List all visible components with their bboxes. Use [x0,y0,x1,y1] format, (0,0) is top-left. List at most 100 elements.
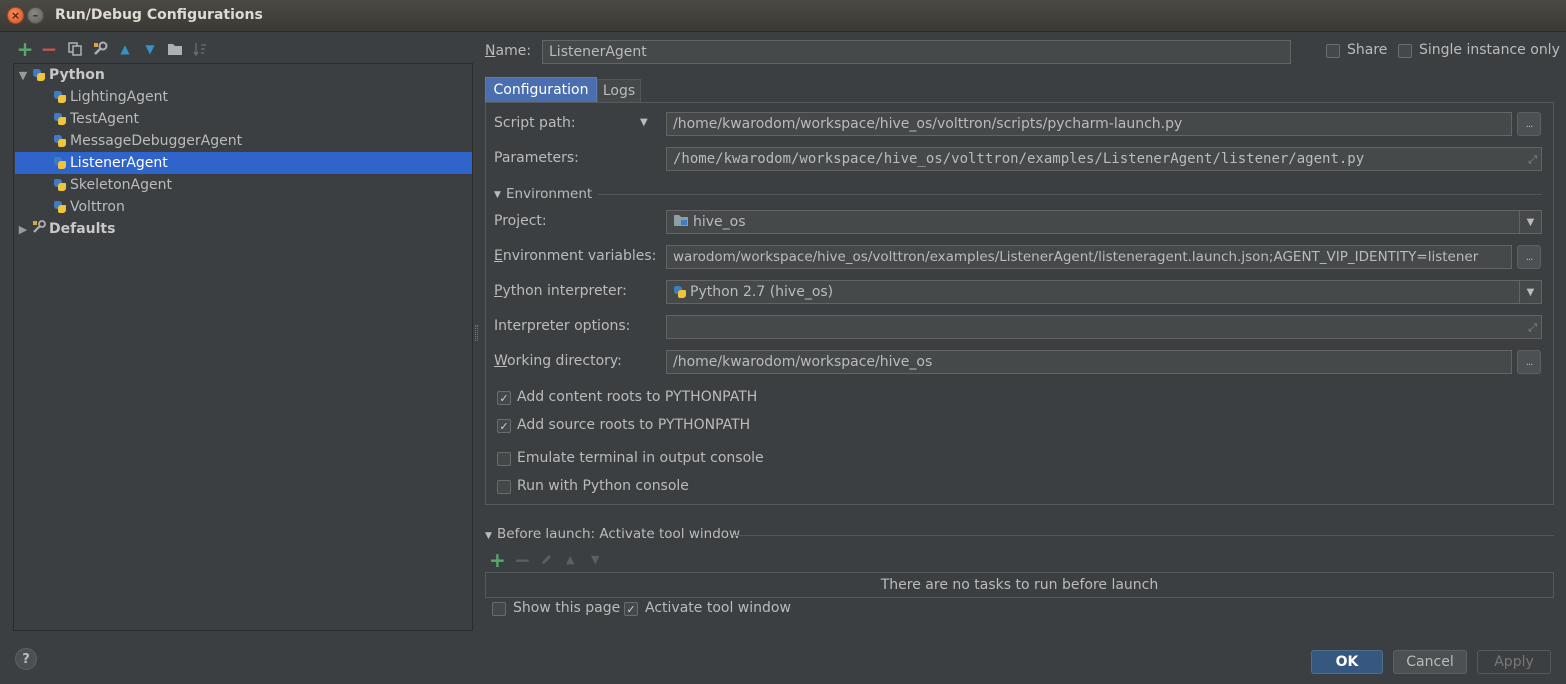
before-launch-separator [733,535,1554,536]
activate-tool-window-label: Activate tool window [645,600,791,616]
tree-item-label: Volttron [70,199,125,215]
move-up-icon[interactable]: ▲ [116,41,134,57]
chevron-down-icon[interactable]: ▼ [1519,211,1541,233]
name-input[interactable]: ListenerAgent [542,40,1291,64]
tree-item[interactable]: SkeletonAgent [53,174,172,196]
interpreter-select[interactable]: Python 2.7 (hive_os) ▼ [666,280,1542,304]
add-icon[interactable]: + [16,39,34,59]
tree-item-label: TestAgent [70,111,140,127]
tab-logs[interactable]: Logs [597,79,641,102]
before-launch-edit-icon[interactable] [540,553,553,570]
activate-tool-window-checkbox[interactable]: ✓ [624,602,638,616]
env-vars-browse-button[interactable]: ... [1517,245,1541,269]
interp-options-label: Interpreter options: [494,318,631,334]
share-checkbox[interactable] [1326,44,1340,58]
apply-button[interactable]: Apply [1477,650,1551,674]
run-python-console-checkbox[interactable] [497,480,511,494]
python-icon [53,90,67,104]
title-bar: × – Run/Debug Configurations [0,0,1566,32]
environment-collapse-icon[interactable]: ▼ [494,190,501,200]
python-icon [673,285,687,299]
python-icon [53,200,67,214]
environment-section-title: Environment [506,186,593,202]
window-title: Run/Debug Configurations [55,7,263,23]
expand-icon[interactable]: ⤢ [1528,153,1537,167]
script-path-label: Script path: [494,115,576,131]
ok-button[interactable]: OK [1311,650,1383,674]
tree-item[interactable]: LightingAgent [53,86,168,108]
python-icon [53,178,67,192]
show-page-checkbox[interactable] [492,602,506,616]
before-launch-task-list[interactable]: There are no tasks to run before launch [485,572,1554,598]
remove-icon[interactable]: − [40,39,58,59]
interp-options-input[interactable]: ⤢ [666,315,1542,339]
add-source-roots-checkbox[interactable]: ✓ [497,419,511,433]
add-content-roots-checkbox[interactable]: ✓ [497,391,511,405]
cancel-button[interactable]: Cancel [1393,650,1467,674]
tree-item-label: SkeletonAgent [70,177,172,193]
expanded-arrow-icon[interactable]: ▼ [14,69,32,82]
parameters-value: /home/kwarodom/workspace/hive_os/volttro… [673,151,1365,167]
before-launch-title: Before launch: Activate tool window [497,526,741,542]
splitter-handle[interactable] [475,325,478,341]
project-select[interactable]: hive_os ▼ [666,210,1542,234]
add-content-roots-label: Add content roots to PYTHONPATH [517,389,758,405]
before-launch-add-icon[interactable]: + [489,548,506,572]
help-button[interactable]: ? [15,648,37,670]
run-python-console-label: Run with Python console [517,478,689,494]
expand-icon[interactable]: ⤢ [1528,321,1537,335]
tree-item[interactable]: Volttron [53,196,125,218]
copy-icon[interactable] [66,41,84,57]
interpreter-label: Python interpreter: [494,283,627,299]
working-dir-input[interactable]: /home/kwarodom/workspace/hive_os [666,350,1512,374]
emulate-terminal-checkbox[interactable] [497,452,511,466]
folder-icon[interactable] [166,41,184,57]
project-value: hive_os [693,214,746,230]
script-path-browse-button[interactable]: ... [1517,112,1541,136]
chevron-down-icon[interactable]: ▼ [1519,281,1541,303]
parameters-input[interactable]: /home/kwarodom/workspace/hive_os/volttro… [666,147,1542,171]
tree-root-defaults[interactable]: ▶ Defaults [14,218,115,240]
env-vars-input[interactable]: warodom/workspace/hive_os/volttron/examp… [666,245,1512,269]
before-launch-down-icon[interactable]: ▼ [591,553,599,566]
working-dir-browse-button[interactable]: ... [1517,350,1541,374]
tree-item-label: MessageDebuggerAgent [70,133,243,149]
python-icon [53,156,67,170]
wrench-icon [32,220,49,238]
show-page-label: Show this page [513,600,621,616]
python-icon [32,68,46,82]
before-launch-up-icon[interactable]: ▲ [566,553,574,566]
tree-item[interactable]: MessageDebuggerAgent [53,130,242,152]
tab-configuration[interactable]: Configuration [485,77,597,102]
collapsed-arrow-icon[interactable]: ▶ [14,223,32,236]
name-label: Name: [485,43,532,59]
tree-item-label: ListenerAgent [70,155,168,171]
window-minimize-button[interactable]: – [27,7,44,24]
before-launch-collapse-icon[interactable]: ▼ [485,531,492,541]
tree-defaults-label: Defaults [49,221,116,237]
single-instance-label: Single instance only [1419,42,1560,58]
tree-root-label: Python [49,67,105,83]
env-vars-label: Environment variables: [494,248,657,264]
add-source-roots-label: Add source roots to PYTHONPATH [517,417,751,433]
parameters-label: Parameters: [494,150,579,166]
tree-item-selected[interactable]: ListenerAgent [15,152,472,174]
script-path-input[interactable]: /home/kwarodom/workspace/hive_os/volttro… [666,112,1512,136]
tree-item[interactable]: TestAgent [53,108,139,130]
project-folder-icon [673,214,689,231]
python-icon [53,134,67,148]
wrench-icon[interactable] [91,41,109,57]
working-dir-label: Working directory: [494,353,622,369]
before-launch-remove-icon[interactable]: − [514,548,531,572]
python-icon [53,112,67,126]
script-path-dropdown-icon[interactable]: ▼ [640,117,648,128]
window-close-button[interactable]: × [7,7,24,24]
single-instance-checkbox[interactable] [1398,44,1412,58]
tree-item-label: LightingAgent [70,89,169,105]
interpreter-value: Python 2.7 (hive_os) [690,284,834,300]
environment-separator [598,194,1542,195]
sort-icon[interactable] [191,41,209,57]
move-down-icon[interactable]: ▼ [141,41,159,57]
tree-root-python[interactable]: ▼ Python [14,64,105,86]
configuration-tree[interactable]: ▼ Python LightingAgent TestAgent Message… [13,63,473,631]
